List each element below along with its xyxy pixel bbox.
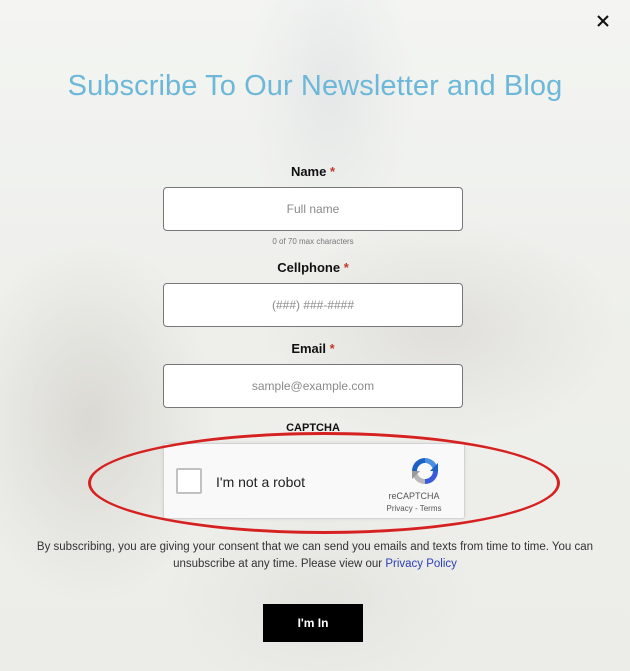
recaptcha-brand: reCAPTCHA — [388, 491, 440, 501]
recaptcha-checkbox-label: I'm not a robot — [216, 474, 306, 490]
recaptcha-privacy-link[interactable]: Privacy — [387, 504, 413, 513]
recaptcha-links: Privacy - Terms — [374, 504, 454, 513]
email-label-text: Email — [291, 341, 326, 356]
consent-body: By subscribing, you are giving your cons… — [36, 541, 594, 570]
recaptcha-widget: I'm not a robot reCAPTCHA Privacy - Term… — [163, 443, 465, 519]
cellphone-label: Cellphone * — [163, 260, 463, 275]
name-label-text: Name — [290, 164, 327, 179]
recaptcha-terms-link[interactable]: Terms — [420, 504, 442, 513]
recaptcha-link-separator: - — [412, 504, 420, 513]
cellphone-input[interactable] — [163, 283, 463, 327]
recaptcha-checkbox[interactable] — [176, 468, 202, 494]
character-count-hint: 0 of 70 max characters — [272, 237, 354, 246]
required-mark: * — [329, 164, 336, 179]
popup-title: Subscribe To Our Newsletter and Blog — [67, 70, 563, 102]
required-mark: * — [343, 260, 349, 275]
name-input[interactable] — [163, 187, 463, 231]
email-input[interactable] — [163, 364, 463, 408]
close-icon[interactable] — [594, 12, 612, 30]
submit-button[interactable]: I'm In — [263, 604, 363, 642]
cellphone-label-text: Cellphone — [277, 260, 341, 275]
email-label: Email * — [163, 341, 463, 356]
recaptcha-logo-icon — [412, 458, 438, 484]
privacy-policy-link[interactable]: Privacy Policy — [385, 558, 457, 570]
consent-text: By subscribing, you are giving your cons… — [28, 539, 602, 573]
name-label: Name * — [163, 164, 463, 179]
required-mark: * — [329, 341, 335, 356]
captcha-label: CAPTCHA — [286, 422, 340, 434]
